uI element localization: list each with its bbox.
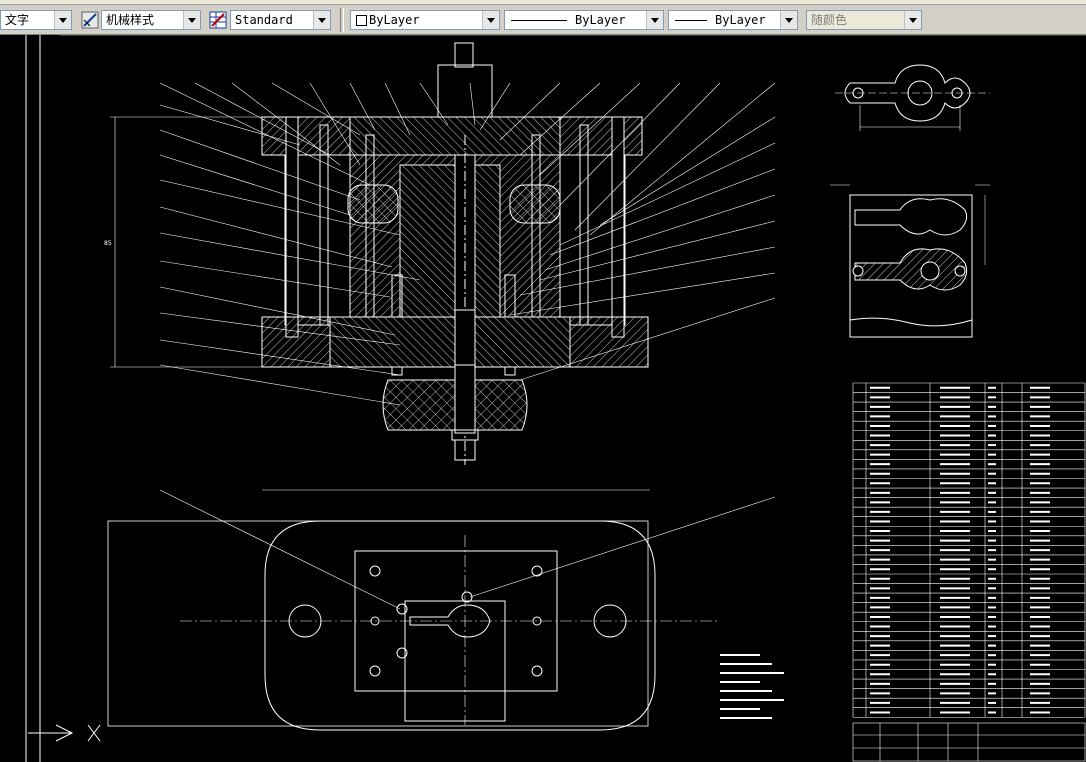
plot-style-dropdown: 随颜色 bbox=[806, 10, 922, 30]
properties-toolbar: 文字 机械样式 Standard ByLayer ByLayer ByLayer bbox=[0, 0, 1086, 35]
lineweight-value: ByLayer bbox=[715, 13, 766, 27]
linetype-value: ByLayer bbox=[575, 13, 626, 27]
plan-view bbox=[107, 489, 776, 731]
parts-list-table bbox=[852, 382, 1086, 718]
color-value: ByLayer bbox=[369, 13, 420, 27]
text-style-dropdown[interactable]: 文字 bbox=[0, 10, 72, 30]
line-preview bbox=[675, 20, 707, 21]
dimension-style-value: 机械样式 bbox=[106, 13, 155, 27]
chevron-down-icon[interactable] bbox=[780, 11, 797, 29]
title-block bbox=[852, 722, 1086, 762]
color-control-dropdown[interactable]: ByLayer bbox=[350, 10, 500, 30]
chevron-down-icon[interactable] bbox=[183, 11, 200, 29]
main-section-view: 85 bbox=[104, 42, 649, 465]
part-detail-top-view bbox=[835, 64, 990, 131]
line-preview bbox=[511, 20, 567, 21]
dimension-style-icon[interactable] bbox=[81, 11, 99, 29]
dimension-style-dropdown[interactable]: 机械样式 bbox=[101, 10, 201, 30]
text-style-value: 文字 bbox=[5, 13, 30, 27]
part-detail-section-view bbox=[830, 184, 990, 338]
chevron-down-icon[interactable] bbox=[646, 11, 663, 29]
lineweight-control-dropdown[interactable]: ByLayer bbox=[668, 10, 798, 30]
dimension-label: 85 bbox=[104, 240, 112, 247]
ucs-icon bbox=[28, 724, 101, 742]
table-style-value: Standard bbox=[235, 13, 293, 27]
table-style-dropdown[interactable]: Standard bbox=[230, 10, 331, 30]
drawing-canvas[interactable]: 85 bbox=[0, 35, 1086, 762]
color-swatch-icon bbox=[356, 15, 367, 26]
toolbar-separator bbox=[340, 8, 344, 32]
chevron-down-icon[interactable] bbox=[482, 11, 499, 29]
table-style-icon[interactable] bbox=[209, 11, 227, 29]
chevron-down-icon[interactable] bbox=[313, 11, 330, 29]
plot-style-value: 随颜色 bbox=[811, 13, 848, 27]
chevron-down-icon bbox=[904, 11, 921, 29]
linetype-control-dropdown[interactable]: ByLayer bbox=[504, 10, 664, 30]
chevron-down-icon[interactable] bbox=[54, 11, 71, 29]
technical-notes bbox=[720, 654, 784, 719]
toolbar-top-border bbox=[0, 0, 1086, 5]
